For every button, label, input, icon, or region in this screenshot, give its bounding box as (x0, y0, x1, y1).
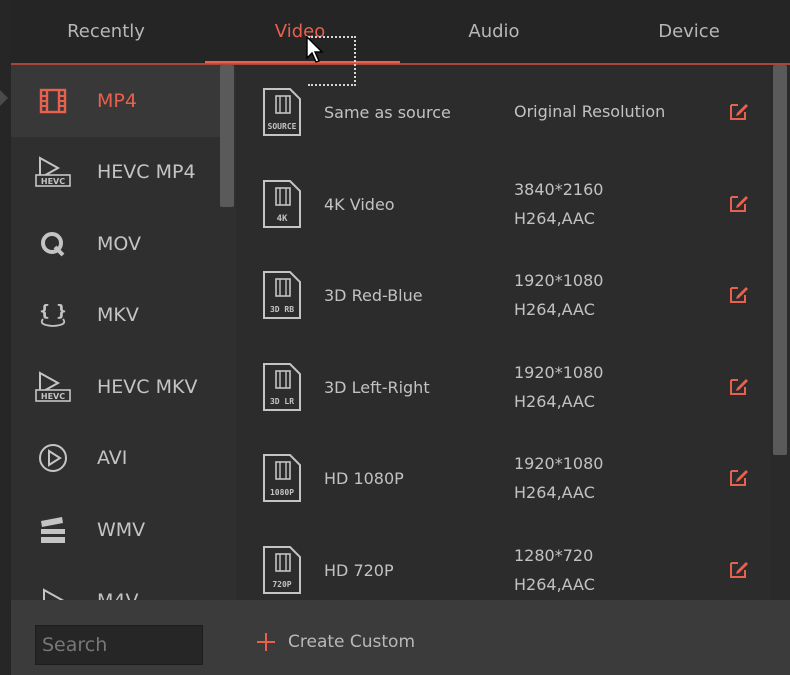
format-label: WMV (97, 518, 146, 541)
preset-resolution: 1920*1080 (514, 362, 604, 382)
svg-text:{ }: { } (39, 301, 67, 320)
format-list: MP4 HEVC HEVC MP4 MOV { } MKV HEVC HEVC … (11, 65, 220, 600)
format-item-hevc-mkv[interactable]: HEVC HEVC MKV (11, 351, 220, 423)
preset-codec: H264,AAC (514, 574, 595, 594)
file-4k-icon: 4K (263, 179, 301, 228)
format-label: MOV (97, 232, 142, 255)
preset-name: Same as source (324, 103, 451, 122)
hevc-icon: HEVC (33, 369, 73, 405)
preset-row-3d-red-blue[interactable]: 3D RB 3D Red-Blue 1920*1080 H264,AAC (238, 248, 770, 340)
file-badge-text: 3D RB (270, 305, 294, 314)
wmv-icon (33, 512, 73, 548)
preset-codec: H264,AAC (514, 208, 595, 228)
svg-text:HEVC: HEVC (41, 177, 65, 186)
preset-resolution: Original Resolution (514, 102, 666, 121)
preset-list-scrollbar-thumb[interactable] (773, 65, 787, 455)
format-item-avi[interactable]: AVI (11, 423, 220, 495)
plus-icon (256, 632, 276, 652)
file-source-icon: SOURCE (263, 88, 301, 136)
tab-device[interactable]: Device (594, 0, 784, 63)
preset-row-4k-video[interactable]: 4K 4K Video 3840*2160 H264,AAC (238, 157, 770, 249)
format-label: HEVC MP4 (97, 161, 196, 184)
edit-icon[interactable] (728, 283, 750, 305)
format-item-m4v[interactable]: M4V (11, 566, 220, 600)
file-720p-icon: 720P (263, 545, 301, 594)
play-circle-icon (33, 440, 73, 476)
preset-row-hd-720p[interactable]: 720P HD 720P 1280*720 H264,AAC (238, 523, 770, 601)
format-item-mov[interactable]: MOV (11, 208, 220, 280)
preset-row-3d-left-right[interactable]: 3D LR 3D Left-Right 1920*1080 H264,AAC (238, 340, 770, 432)
file-badge-text: 720P (272, 580, 291, 589)
format-list-scrollbar-thumb[interactable] (220, 65, 234, 207)
svg-text:HEVC: HEVC (41, 392, 65, 401)
preset-list: SOURCE Same as source Original Resolutio… (238, 65, 770, 600)
format-item-wmv[interactable]: WMV (11, 494, 220, 566)
film-icon (33, 83, 73, 119)
preset-name: HD 720P (324, 560, 394, 580)
preset-codec: H264,AAC (514, 391, 595, 411)
format-label: MKV (97, 304, 139, 327)
format-label: HEVC MKV (97, 375, 198, 398)
tab-audio[interactable]: Audio (399, 0, 589, 63)
format-item-hevc-mp4[interactable]: HEVC HEVC MP4 (11, 137, 220, 209)
create-custom-button[interactable]: Create Custom (256, 632, 415, 652)
format-label: M4V (97, 590, 138, 600)
mkv-icon: { } (33, 297, 73, 333)
search-input[interactable] (35, 625, 203, 665)
file-badge-text: 4K (277, 214, 288, 224)
create-custom-label: Create Custom (288, 632, 416, 652)
tab-recently[interactable]: Recently (11, 0, 201, 63)
mouse-cursor-icon (306, 36, 324, 63)
hevc-icon: HEVC (33, 154, 73, 190)
preset-resolution: 1920*1080 (514, 271, 604, 290)
preset-name: HD 1080P (324, 469, 404, 488)
collapse-arrow-icon[interactable] (0, 90, 8, 106)
preset-codec: H264,AAC (514, 483, 595, 502)
file-3d-lr-icon: 3D LR (263, 362, 301, 411)
preset-name: 3D Red-Blue (324, 286, 423, 305)
edit-icon[interactable] (728, 466, 750, 488)
preset-row-hd-1080p[interactable]: 1080P HD 1080P 1920*1080 H264,AAC (238, 431, 770, 523)
edit-icon[interactable] (728, 192, 750, 214)
format-label: MP4 (97, 89, 137, 112)
file-3d-rb-icon: 3D RB (263, 271, 301, 319)
tab-video[interactable]: Video (205, 0, 395, 63)
file-badge-text: 1080P (270, 488, 294, 497)
format-item-mkv[interactable]: { } MKV (11, 280, 220, 352)
file-badge-text: 3D LR (270, 397, 294, 406)
format-label: AVI (97, 447, 128, 470)
file-1080p-icon: 1080P (263, 454, 301, 502)
preset-codec: H264,AAC (514, 300, 595, 319)
preset-resolution: 1920*1080 (514, 454, 604, 473)
preset-resolution: 1280*720 (514, 545, 594, 565)
play-icon (33, 583, 73, 600)
preset-name: 4K Video (324, 194, 395, 214)
preset-name: 3D Left-Right (324, 377, 430, 397)
quicktime-icon (33, 226, 73, 262)
format-tab-bar: Recently Video Audio Device (11, 0, 790, 63)
edit-icon[interactable] (728, 100, 750, 122)
format-item-mp4[interactable]: MP4 (11, 65, 220, 137)
file-badge-text: SOURCE (268, 122, 297, 131)
preset-resolution: 3840*2160 (514, 179, 604, 199)
edit-icon[interactable] (728, 375, 750, 397)
edit-icon[interactable] (728, 558, 750, 580)
